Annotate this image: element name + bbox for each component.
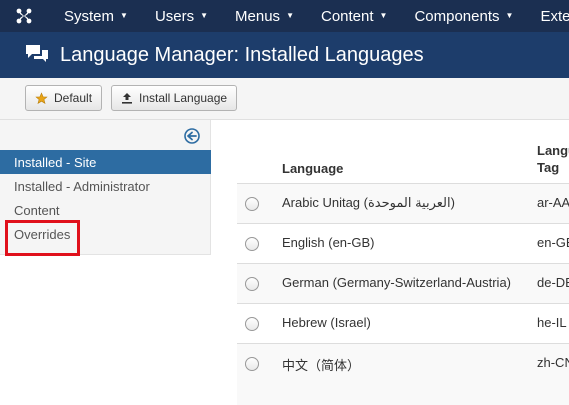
install-language-button[interactable]: Install Language bbox=[111, 85, 238, 111]
sidebar-item-installed-administrator[interactable]: Installed - Administrator bbox=[0, 174, 211, 198]
language-name: Arabic Unitag (العربية الموحدة) bbox=[282, 195, 455, 210]
row-radio[interactable] bbox=[245, 237, 259, 251]
nav-components[interactable]: Components ▼ bbox=[398, 0, 524, 32]
sidebar: Installed - Site Installed - Administrat… bbox=[0, 120, 211, 255]
language-name: Hebrew (Israel) bbox=[282, 315, 371, 330]
comments-icon bbox=[26, 45, 48, 62]
page-title: Language Manager: Installed Languages bbox=[60, 43, 424, 66]
sidebar-item-overrides[interactable]: Overrides bbox=[0, 222, 211, 246]
table-row: Arabic Unitag (العربية الموحدة) ar-AA bbox=[237, 183, 569, 223]
star-icon bbox=[35, 91, 48, 105]
caret-down-icon: ▼ bbox=[200, 11, 209, 20]
row-radio[interactable] bbox=[245, 317, 259, 331]
row-radio[interactable] bbox=[245, 357, 259, 371]
language-tag: he-IL bbox=[537, 315, 567, 330]
language-tag: ar-AA bbox=[537, 195, 569, 210]
toolbar: Default Install Language bbox=[0, 78, 569, 120]
default-button[interactable]: Default bbox=[25, 85, 103, 111]
caret-down-icon: ▼ bbox=[286, 11, 294, 20]
table-row: English (en-GB) en-GB bbox=[237, 223, 569, 263]
top-navbar: System ▼ Users ▼ Menus ▼ Content ▼ Component… bbox=[0, 0, 569, 32]
collapse-sidebar-icon[interactable] bbox=[184, 128, 200, 144]
language-name: 中文（简体） bbox=[282, 358, 361, 373]
row-radio[interactable] bbox=[245, 197, 259, 211]
languages-table: Language Language Tag Arabic Unitag (الع… bbox=[237, 120, 569, 405]
nav-users[interactable]: Users ▼ bbox=[139, 0, 219, 32]
language-name: German (Germany-Switzerland-Austria) bbox=[282, 275, 512, 290]
sidebar-item-content[interactable]: Content bbox=[0, 198, 211, 222]
caret-down-icon: ▼ bbox=[505, 11, 514, 20]
nav-extensions[interactable]: Extensions bbox=[524, 0, 569, 32]
nav-content[interactable]: Content ▼ bbox=[305, 0, 398, 32]
upload-icon bbox=[121, 92, 133, 104]
nav-system[interactable]: System ▼ bbox=[48, 0, 139, 32]
caret-down-icon: ▼ bbox=[120, 11, 128, 20]
language-tag: zh-CN bbox=[537, 355, 569, 370]
page-header: Language Manager: Installed Languages bbox=[0, 32, 569, 78]
language-tag: en-GB bbox=[537, 235, 569, 250]
language-tag: de-DE bbox=[537, 275, 569, 290]
sidebar-item-installed-site[interactable]: Installed - Site bbox=[0, 150, 211, 174]
language-name: English (en-GB) bbox=[282, 235, 375, 250]
caret-down-icon: ▼ bbox=[379, 11, 388, 20]
table-row: 中文（简体） zh-CN bbox=[237, 343, 569, 405]
column-header-tag[interactable]: Language Tag bbox=[537, 142, 569, 176]
joomla-logo-icon[interactable] bbox=[0, 0, 48, 32]
row-radio[interactable] bbox=[245, 277, 259, 291]
nav-menus[interactable]: Menus ▼ bbox=[219, 0, 305, 32]
table-row: German (Germany-Switzerland-Austria) de-… bbox=[237, 263, 569, 303]
column-header-language[interactable]: Language bbox=[282, 160, 343, 177]
table-row: Hebrew (Israel) he-IL bbox=[237, 303, 569, 343]
